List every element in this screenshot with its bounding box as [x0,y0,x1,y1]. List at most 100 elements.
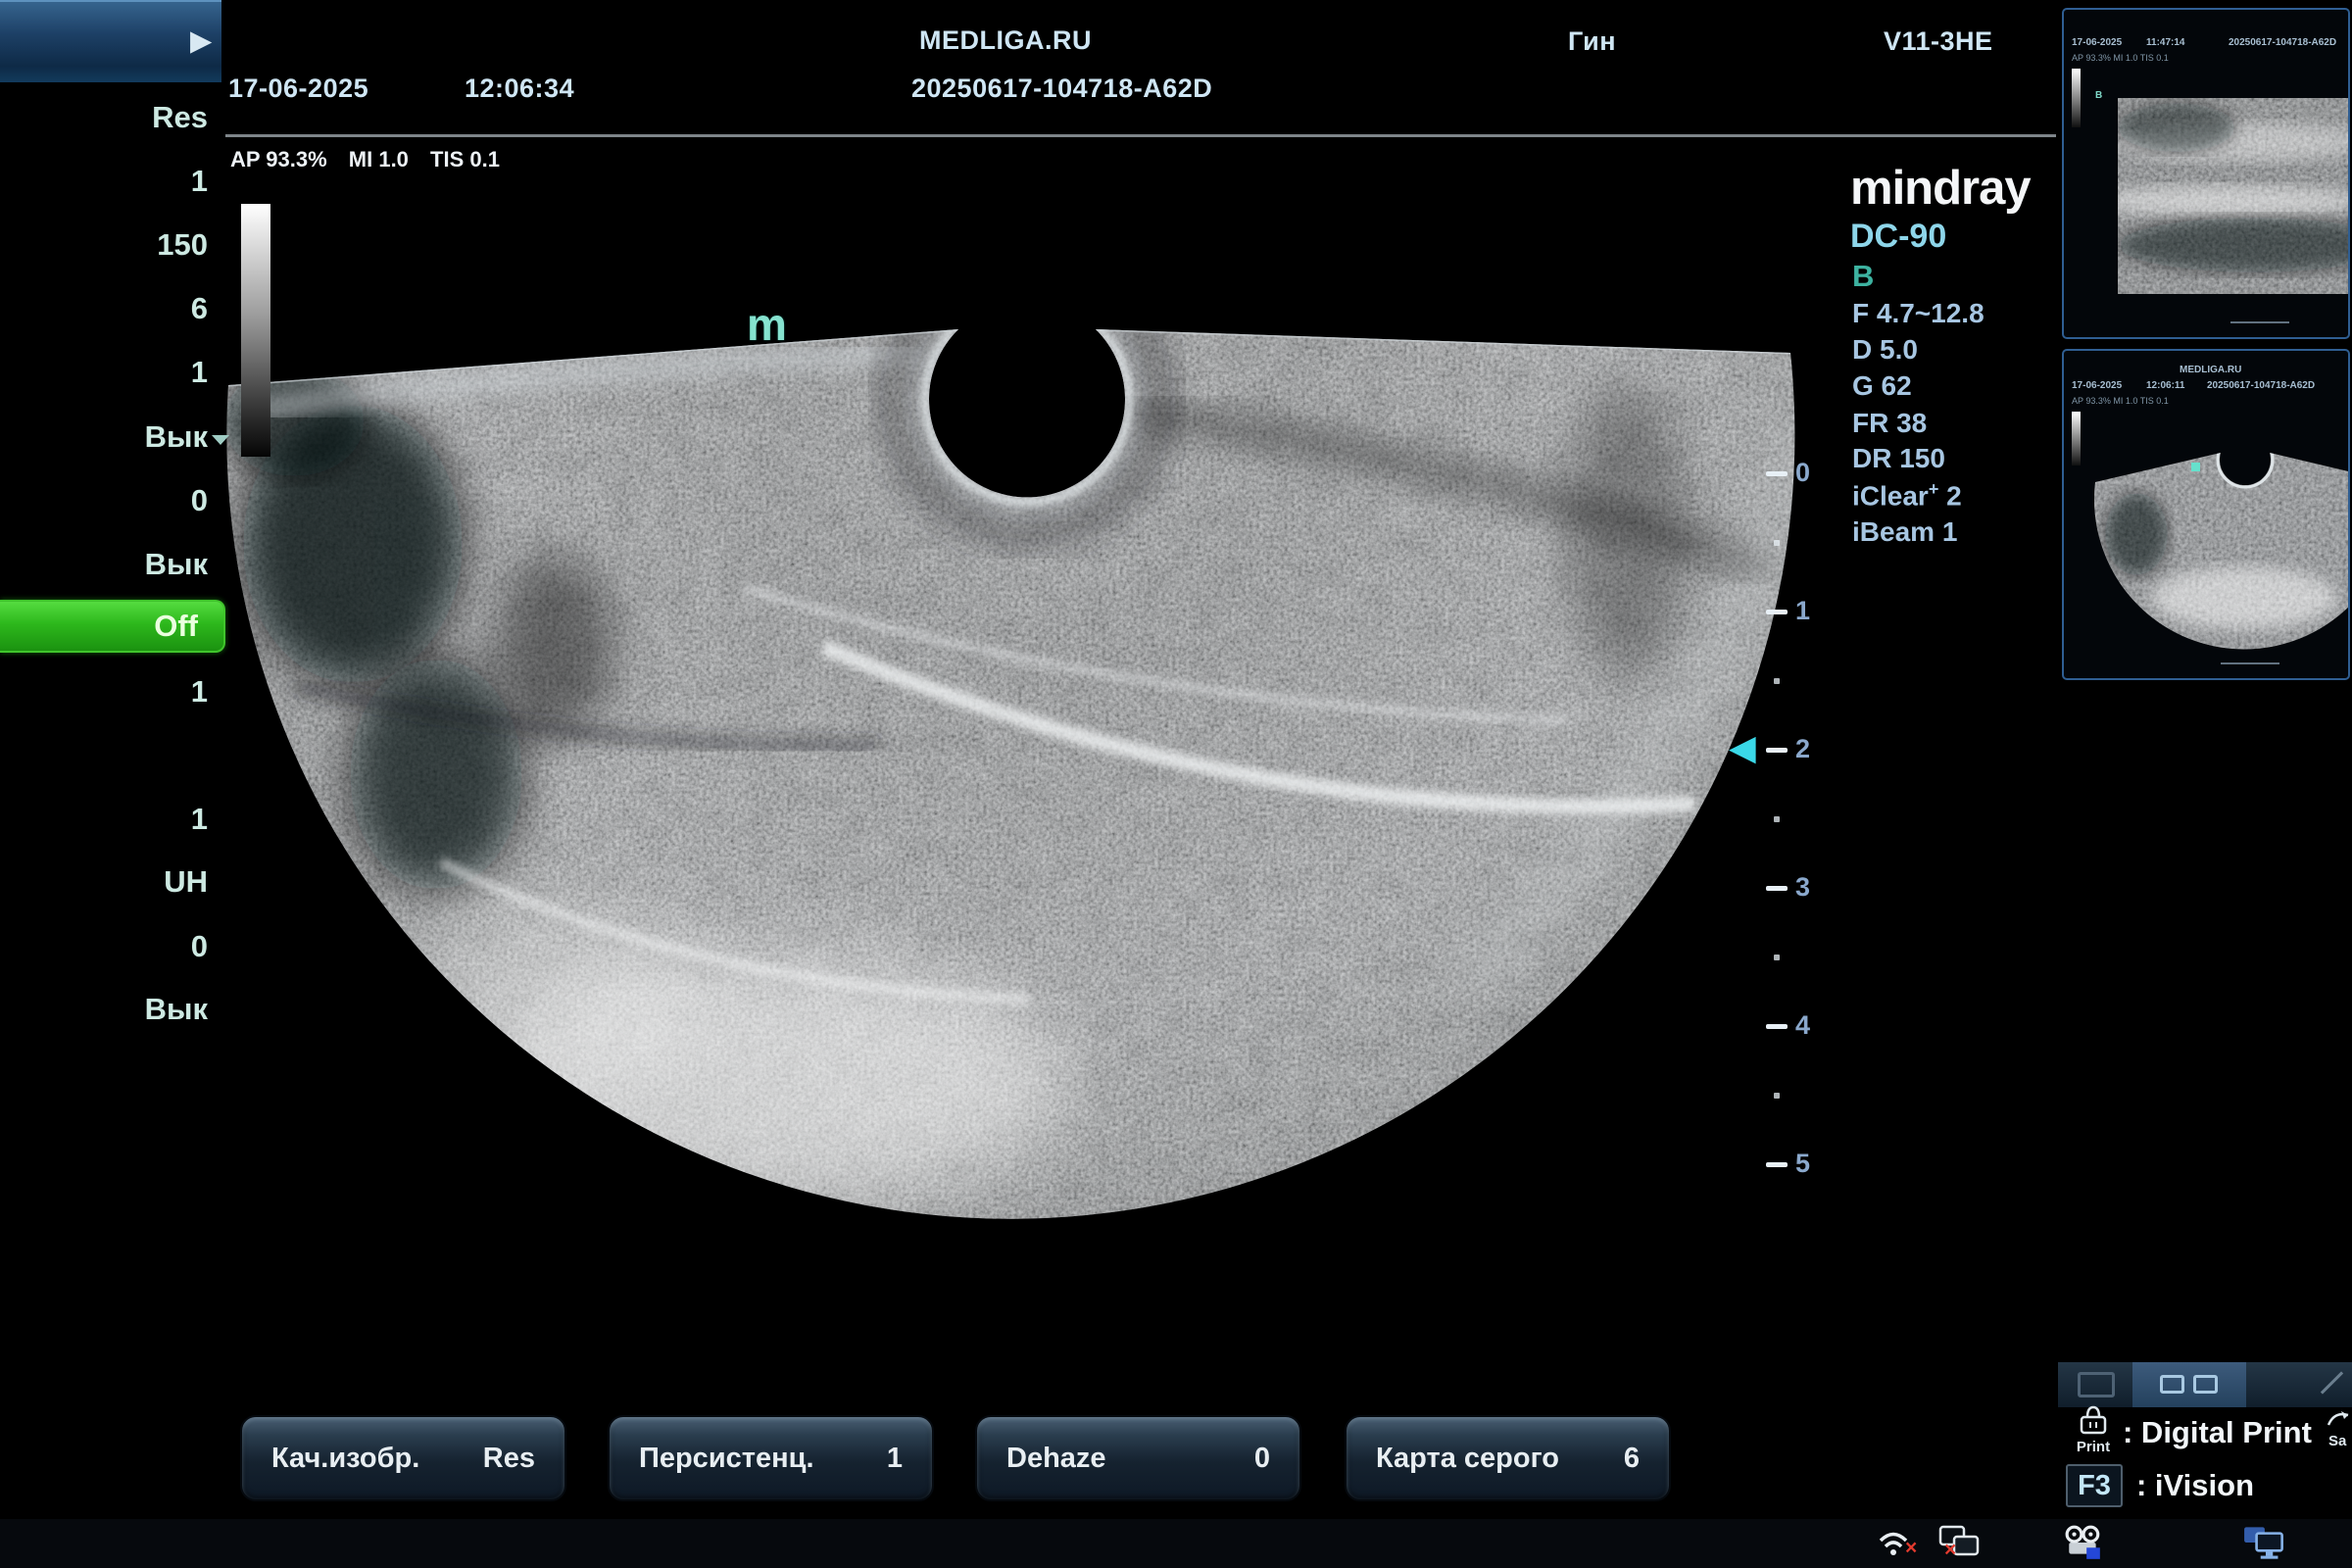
iclear-sup: + [1929,479,1939,499]
thumb-scale-mark [2221,662,2279,664]
depth-label-1: 1 [1795,596,1810,626]
acoustic-output-readout: AP 93.3% MI 1.0 TIS 0.1 [230,147,515,172]
b-mode-ultrasound-image [0,0,2352,1568]
param-gain: G 62 [1852,370,1912,402]
softkey-value: Res [483,1417,535,1499]
param-depth: D 5.0 [1852,334,1918,366]
dual-rect-icon [2193,1375,2218,1394]
dual-rect-icon [2160,1375,2184,1394]
f3-key-badge: F3 [2066,1464,2123,1507]
exam-time: 12:06:34 [465,74,574,104]
thumb-exam-id: 20250617-104718-A62D [2229,37,2336,48]
sidebar-item-vyk2[interactable]: Вык [0,547,208,582]
thumbnail-2[interactable]: MEDLIGA.RU 17-06-2025 12:06:11 20250617-… [2062,349,2350,680]
exam-id: 20250617-104718-A62D [911,74,1212,104]
param-iclear: iClear+ 2 [1852,479,1962,512]
thumb-linear-image [2118,88,2350,304]
wifi-x-mark: × [1905,1539,1917,1558]
print-key-label: Print [2068,1439,2119,1455]
tab-dual-view-selected[interactable] [2132,1362,2246,1407]
softkey-persistence[interactable]: Персистенц. 1 [608,1415,934,1501]
thumbnail-1[interactable]: 17-06-2025 11:47:14 20250617-104718-A62D… [2062,8,2350,339]
off-toggle-button[interactable]: Off [0,600,225,653]
depth-label-0: 0 [1795,458,1810,488]
thumb-ap-line: AP 93.3% MI 1.0 TIS 0.1 [2072,53,2169,63]
chevron-down-icon [212,435,229,445]
diagonal-icon [2321,1371,2343,1394]
sidebar-item-vyk-dropdown[interactable]: Вык [0,419,208,455]
single-rect-icon [2078,1372,2115,1397]
depth-tick [1766,610,1788,614]
thumb-date: 17-06-2025 [2072,37,2122,48]
dual-monitor-icon [2242,1523,2291,1562]
ivision-action-text: : iVision [2136,1468,2254,1503]
imaging-mode: B [1852,259,1874,294]
softkey-label: Кач.изобр. [271,1417,419,1499]
sidebar-item-1d[interactable]: 1 [0,802,208,837]
sidebar-item-1[interactable]: 1 [0,164,208,199]
header-divider [225,134,2056,137]
iclear-value: 2 [1946,480,1962,511]
system-menu-tab[interactable]: ▶ [0,0,221,82]
depth-label-2: 2 [1795,734,1810,764]
thumb-exam-id: 20250617-104718-A62D [2207,380,2315,391]
sidebar-item-1b[interactable]: 1 [0,355,208,390]
iclear-label: iClear [1852,480,1929,511]
focus-position-marker: ◀ [1729,730,1756,765]
status-bar: × × EN [0,1519,2352,1568]
acoustic-power: AP 93.3% [230,147,327,172]
depth-label-4: 4 [1795,1010,1810,1041]
sidebar-item-1c[interactable]: 1 [0,674,208,710]
depth-label-5: 5 [1795,1149,1810,1179]
depth-tick [1766,1024,1788,1029]
thumb-grayscale-bar [2072,412,2081,466]
play-arrow-icon: ▶ [190,24,212,58]
sidebar-item-0b[interactable]: 0 [0,929,208,964]
grayscale-reference-bar [241,204,270,457]
probe-model: V11-3HE [1884,26,1993,57]
sidebar-item-res[interactable]: Res [0,100,208,135]
softkey-gray-map[interactable]: Карта серого 6 [1345,1415,1671,1501]
thumb-grayscale-bar [2072,69,2081,127]
softkey-value: 0 [1254,1417,1270,1499]
save-key-icon [2327,1407,2352,1431]
view-layout-tabbar [2058,1362,2352,1407]
brand-logo: mindray [1850,161,2031,216]
softkey-dehaze[interactable]: Dehaze 0 [975,1415,1301,1501]
sidebar-item-6[interactable]: 6 [0,291,208,326]
thermal-index: TIS 0.1 [430,147,500,172]
print-action-text: : Digital Print [2123,1415,2312,1450]
thumb-clinic: MEDLIGA.RU [2180,365,2241,375]
sidebar-item-0[interactable]: 0 [0,483,208,518]
softkey-value: 1 [887,1417,903,1499]
sidebar-item-150[interactable]: 150 [0,227,208,263]
device-model: DC-90 [1850,218,1946,256]
save-key-label: Sa [2328,1433,2346,1449]
tab-single-view[interactable] [2058,1362,2132,1407]
softkey-image-quality[interactable]: Кач.изобр. Res [240,1415,566,1501]
orientation-marker: m [747,298,787,351]
param-frequency: F 4.7~12.8 [1852,298,1984,329]
exam-preset: Гин [1568,26,1616,57]
softkey-label: Карта серого [1376,1417,1559,1499]
thumb-scale-mark [2230,321,2289,323]
exam-date: 17-06-2025 [228,74,368,104]
print-key-icon [2074,1405,2113,1437]
mechanical-index: MI 1.0 [349,147,409,172]
depth-tick [1766,886,1788,891]
param-dynamic-range: DR 150 [1852,443,1945,474]
thumb-time: 11:47:14 [2146,37,2184,48]
thumb-ap-line: AP 93.3% MI 1.0 TIS 0.1 [2072,396,2169,406]
sidebar-item-vyk3[interactable]: Вык [0,992,208,1027]
depth-label-3: 3 [1795,872,1810,903]
depth-tick [1766,471,1788,476]
softkey-label: Персистенц. [639,1417,814,1499]
camera-icon [2064,1525,2103,1560]
depth-tick [1766,1162,1788,1167]
tab-other-view[interactable] [2246,1362,2352,1407]
param-frame-rate: FR 38 [1852,408,1927,439]
thumb-date: 17-06-2025 [2072,380,2122,391]
sidebar-item-uh[interactable]: UH [0,864,208,900]
clinic-name: MEDLIGA.RU [919,25,1092,56]
softkey-value: 6 [1624,1417,1640,1499]
